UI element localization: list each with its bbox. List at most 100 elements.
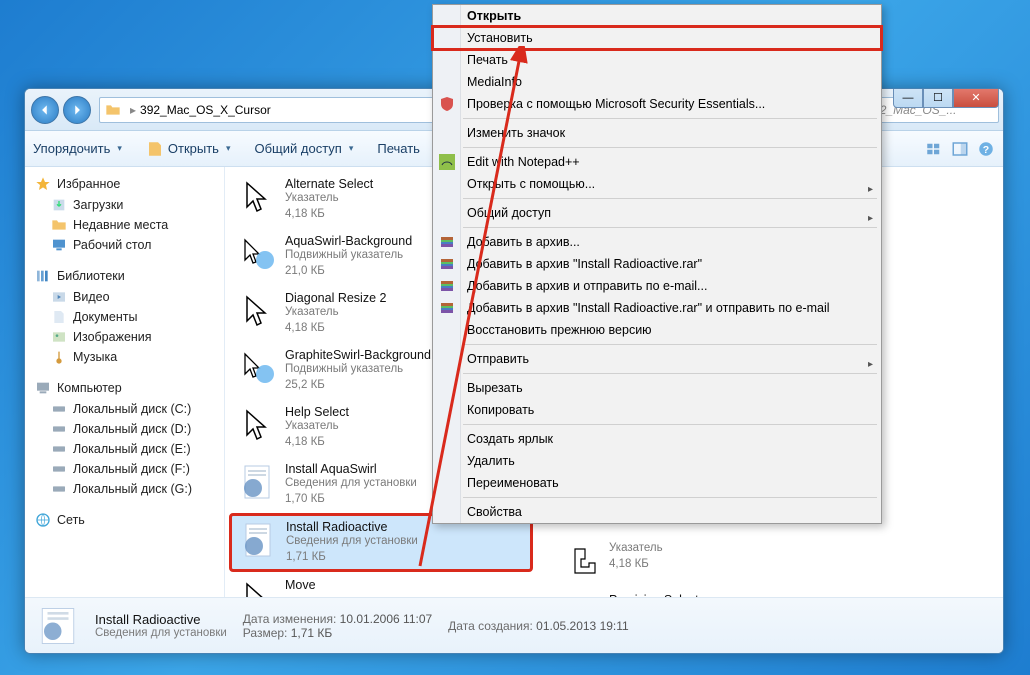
sidebar-item[interactable]: Локальный диск (C:) <box>25 399 224 419</box>
context-menu-item[interactable]: Проверка с помощью Microsoft Security Es… <box>433 93 881 115</box>
recent-icon <box>51 217 67 233</box>
context-menu: Открыть Установить Печать MediaInfo Проверка… <box>432 4 882 524</box>
inf-icon <box>238 520 278 560</box>
minimize-button[interactable]: — <box>893 88 923 108</box>
print-button[interactable]: Печать <box>377 141 420 156</box>
context-menu-item[interactable]: Переименовать <box>433 472 881 494</box>
context-menu-item[interactable]: Отправить <box>433 348 881 370</box>
context-menu-item[interactable]: Открыть <box>433 5 881 27</box>
view-mode-icon[interactable] <box>925 140 943 158</box>
sidebar-favorites-head[interactable]: Избранное <box>25 173 224 195</box>
context-menu-label: Добавить в архив "Install Radioactive.ra… <box>467 301 830 315</box>
context-menu-item[interactable]: Изменить значок <box>433 122 881 144</box>
cursor-icon <box>237 177 277 217</box>
context-menu-label: Открыть с помощью... <box>467 177 595 191</box>
open-menu[interactable]: Открыть <box>146 140 231 158</box>
context-menu-item[interactable]: Свойства <box>433 501 881 523</box>
sidebar-network-head[interactable]: Сеть <box>25 509 224 531</box>
context-menu-label: Печать <box>467 53 508 67</box>
inf-icon <box>37 605 79 647</box>
help-icon[interactable]: ? <box>977 140 995 158</box>
context-menu-label: Переименовать <box>467 476 559 490</box>
context-menu-label: Копировать <box>467 403 534 417</box>
maximize-button[interactable]: ☐ <box>923 88 953 108</box>
context-menu-item[interactable]: Edit with Notepad++ <box>433 151 881 173</box>
sidebar-item[interactable]: Локальный диск (F:) <box>25 459 224 479</box>
sidebar-item[interactable]: Недавние места <box>25 215 224 235</box>
file-subtext: Указатель4,18 КБ <box>285 191 373 222</box>
file-item[interactable]: Precision Select <box>555 589 715 597</box>
context-menu-item[interactable]: Создать ярлык <box>433 428 881 450</box>
context-menu-item[interactable]: MediaInfo <box>433 71 881 93</box>
file-item[interactable]: Move <box>231 574 531 597</box>
context-menu-label: Edit with Notepad++ <box>467 155 580 169</box>
context-menu-item[interactable]: Общий доступ <box>433 202 881 224</box>
context-menu-label: Удалить <box>467 454 515 468</box>
sidebar: Избранное Загрузки Недавние места Рабочи… <box>25 167 225 597</box>
file-subtext: Указатель4,18 КБ <box>285 419 349 450</box>
file-name: Help Select <box>285 405 349 419</box>
file-subtext: Подвижный указатель25,2 КБ <box>285 362 431 393</box>
context-menu-item[interactable]: Установить <box>433 27 881 49</box>
preview-pane-icon[interactable] <box>951 140 969 158</box>
sidebar-item[interactable]: Видео <box>25 287 224 307</box>
context-menu-item[interactable]: Добавить в архив... <box>433 231 881 253</box>
drive-icon <box>51 461 67 477</box>
address-path: 392_Mac_OS_X_Cursor <box>140 103 271 117</box>
file-subtext: Указатель4,18 КБ <box>285 305 386 336</box>
back-button[interactable] <box>31 96 59 124</box>
organize-menu[interactable]: Упорядочить <box>33 141 122 156</box>
cursor-icon <box>237 405 277 445</box>
pictures-icon <box>51 329 67 345</box>
context-menu-item[interactable]: Печать <box>433 49 881 71</box>
context-menu-label: Общий доступ <box>467 206 551 220</box>
context-menu-item[interactable]: Добавить в архив "Install Radioactive.ra… <box>433 253 881 275</box>
sidebar-item[interactable]: Изображения <box>25 327 224 347</box>
sidebar-item[interactable]: Загрузки <box>25 195 224 215</box>
close-button[interactable]: ✕ <box>953 88 999 108</box>
drive-icon <box>51 441 67 457</box>
file-name: Move <box>285 578 316 592</box>
window-controls: — ☐ ✕ <box>893 88 999 108</box>
drive-icon <box>51 421 67 437</box>
ani-icon <box>237 348 277 388</box>
context-menu-item[interactable]: Добавить в архив и отправить по e-mail..… <box>433 275 881 297</box>
rar-icon <box>439 256 455 272</box>
forward-button[interactable] <box>63 96 91 124</box>
context-menu-label: Добавить в архив "Install Radioactive.ra… <box>467 257 702 271</box>
sidebar-item[interactable]: Локальный диск (E:) <box>25 439 224 459</box>
sidebar-item[interactable]: Локальный диск (D:) <box>25 419 224 439</box>
sidebar-item[interactable]: Рабочий стол <box>25 235 224 255</box>
file-name: Diagonal Resize 2 <box>285 291 386 305</box>
sidebar-item[interactable]: Локальный диск (G:) <box>25 479 224 499</box>
file-name: GraphiteSwirl-Background <box>285 348 431 362</box>
video-icon <box>51 289 67 305</box>
context-menu-item[interactable]: Открыть с помощью... <box>433 173 881 195</box>
npp-icon <box>439 154 455 170</box>
context-menu-label: Добавить в архив и отправить по e-mail..… <box>467 279 707 293</box>
file-subtext: Сведения для установки1,70 КБ <box>285 476 417 507</box>
page-icon <box>146 140 164 158</box>
details-pane: Install Radioactive Сведения для установ… <box>25 597 1003 653</box>
status-subtitle: Сведения для установки <box>95 627 227 639</box>
sidebar-item[interactable]: Музыка <box>25 347 224 367</box>
downloads-icon <box>51 197 67 213</box>
context-menu-label: Проверка с помощью Microsoft Security Es… <box>467 97 765 111</box>
file-subtext: Указатель4,18 КБ <box>609 541 663 572</box>
status-title: Install Radioactive <box>95 612 227 627</box>
cursor-icon <box>237 291 277 331</box>
ani-icon <box>237 234 277 274</box>
context-menu-item[interactable]: Копировать <box>433 399 881 421</box>
file-item[interactable]: Указатель4,18 КБ <box>555 537 715 585</box>
sidebar-libraries-head[interactable]: Библиотеки <box>25 265 224 287</box>
context-menu-label: Создать ярлык <box>467 432 553 446</box>
sidebar-item[interactable]: Документы <box>25 307 224 327</box>
file-subtext: Сведения для установки1,71 КБ <box>286 534 418 565</box>
context-menu-item[interactable]: Добавить в архив "Install Radioactive.ra… <box>433 297 881 319</box>
sidebar-computer-head[interactable]: Компьютер <box>25 377 224 399</box>
context-menu-item[interactable]: Вырезать <box>433 377 881 399</box>
share-menu[interactable]: Общий доступ <box>254 141 353 156</box>
context-menu-label: Установить <box>467 31 533 45</box>
context-menu-item[interactable]: Удалить <box>433 450 881 472</box>
context-menu-item[interactable]: Восстановить прежнюю версию <box>433 319 881 341</box>
